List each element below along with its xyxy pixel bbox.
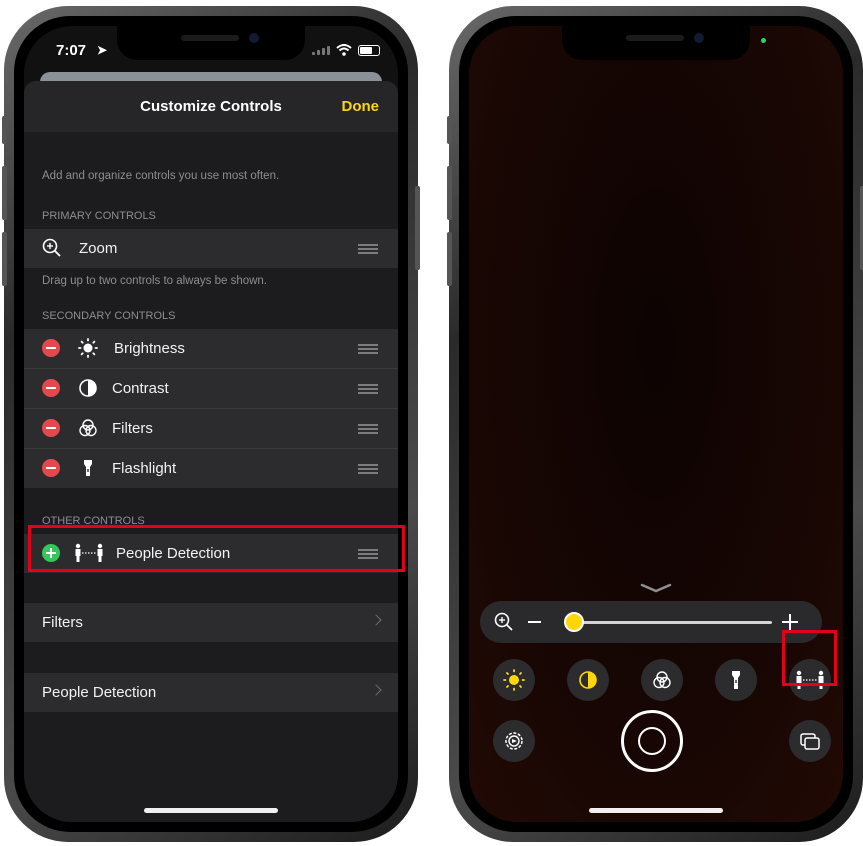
status-time: 7:07 (56, 42, 87, 59)
shutter-inner-ring (638, 727, 666, 755)
secondary-controls-header: SECONDARY CONTROLS (42, 310, 176, 322)
chevron-right-icon (370, 614, 382, 626)
brightness-icon (503, 669, 525, 691)
flashlight-icon (84, 460, 92, 476)
zoom-icon (42, 238, 61, 257)
zoom-slider-bar (480, 601, 822, 643)
customize-controls-screen: 7:07 ➤ Customize Controls Done Add and o… (24, 26, 398, 822)
home-indicator (144, 808, 278, 813)
reorder-handle-icon[interactable] (358, 344, 378, 354)
control-label: Contrast (112, 380, 169, 397)
brightness-button[interactable] (493, 659, 535, 701)
remove-button[interactable] (42, 339, 60, 357)
control-row-flashlight[interactable]: Flashlight (24, 449, 398, 488)
zoom-icon (494, 612, 513, 631)
reorder-handle-icon[interactable] (358, 384, 378, 394)
done-button[interactable]: Done (342, 98, 380, 115)
control-label: Flashlight (112, 460, 177, 477)
people-detection-link-group: People Detection (24, 673, 398, 712)
filters-icon (79, 419, 97, 437)
camera-indicator (761, 38, 766, 43)
notch (562, 26, 750, 60)
location-icon: ➤ (97, 43, 108, 57)
remove-button[interactable] (42, 459, 60, 477)
magnifier-screen (469, 26, 843, 822)
wifi-icon (336, 44, 352, 56)
right-phone (447, 6, 863, 842)
left-phone: 7:07 ➤ Customize Controls Done Add and o… (2, 6, 420, 842)
primary-controls-header: PRIMARY CONTROLS (42, 210, 156, 222)
chevron-down-icon[interactable] (640, 583, 672, 593)
battery-icon (358, 44, 380, 56)
filters-icon (653, 671, 671, 689)
reorder-handle-icon[interactable] (358, 424, 378, 434)
remove-button[interactable] (42, 379, 60, 397)
remove-button[interactable] (42, 419, 60, 437)
intro-text: Add and organize controls you use most o… (42, 170, 280, 182)
filters-link-group: Filters (24, 603, 398, 642)
control-row-contrast[interactable]: Contrast (24, 369, 398, 409)
zoom-in-button[interactable] (782, 614, 798, 630)
control-label: Filters (112, 420, 153, 437)
reorder-handle-icon[interactable] (358, 464, 378, 474)
silent-switch (447, 116, 452, 144)
home-indicator (589, 808, 723, 813)
silent-switch (2, 116, 7, 144)
filters-link[interactable]: Filters (24, 603, 398, 642)
volume-down-button (2, 232, 7, 286)
secondary-controls-group: Brightness Contrast Filters Flashlight (24, 329, 398, 488)
side-button (415, 186, 420, 270)
contrast-icon (579, 671, 597, 689)
control-row-brightness[interactable]: Brightness (24, 329, 398, 369)
zoom-slider-track[interactable] (564, 621, 772, 624)
reorder-handle-icon[interactable] (358, 244, 378, 254)
control-label: Brightness (114, 340, 185, 357)
signal-icon (312, 45, 330, 55)
image-viewer-icon (800, 733, 820, 750)
capture-shutter-button[interactable] (621, 710, 683, 772)
volume-up-button (447, 166, 452, 220)
volume-down-button (447, 232, 452, 286)
brightness-icon (78, 338, 98, 358)
link-label: Filters (42, 614, 83, 631)
flashlight-icon (732, 671, 740, 689)
chevron-right-icon (370, 684, 382, 696)
primary-controls-group: Zoom (24, 229, 398, 268)
contrast-button[interactable] (567, 659, 609, 701)
control-label: Zoom (79, 240, 118, 257)
highlight-box (28, 525, 405, 572)
contrast-icon (79, 379, 97, 397)
control-row-filters[interactable]: Filters (24, 409, 398, 449)
primary-controls-footer: Drag up to two controls to always be sho… (42, 275, 268, 287)
customize-sheet: Customize Controls Done Add and organize… (24, 81, 398, 822)
notch (117, 26, 305, 60)
control-row-zoom[interactable]: Zoom (24, 229, 398, 268)
link-label: People Detection (42, 684, 157, 701)
filters-button[interactable] (641, 659, 683, 701)
volume-up-button (2, 166, 7, 220)
highlight-box (782, 630, 837, 686)
settings-button[interactable] (493, 720, 535, 762)
flashlight-button[interactable] (715, 659, 757, 701)
people-detection-link[interactable]: People Detection (24, 673, 398, 712)
image-viewer-button[interactable] (789, 720, 831, 762)
zoom-out-button[interactable] (528, 621, 541, 623)
settings-icon (505, 732, 523, 750)
nav-bar: Customize Controls Done (24, 81, 398, 132)
zoom-slider-knob[interactable] (564, 612, 585, 632)
